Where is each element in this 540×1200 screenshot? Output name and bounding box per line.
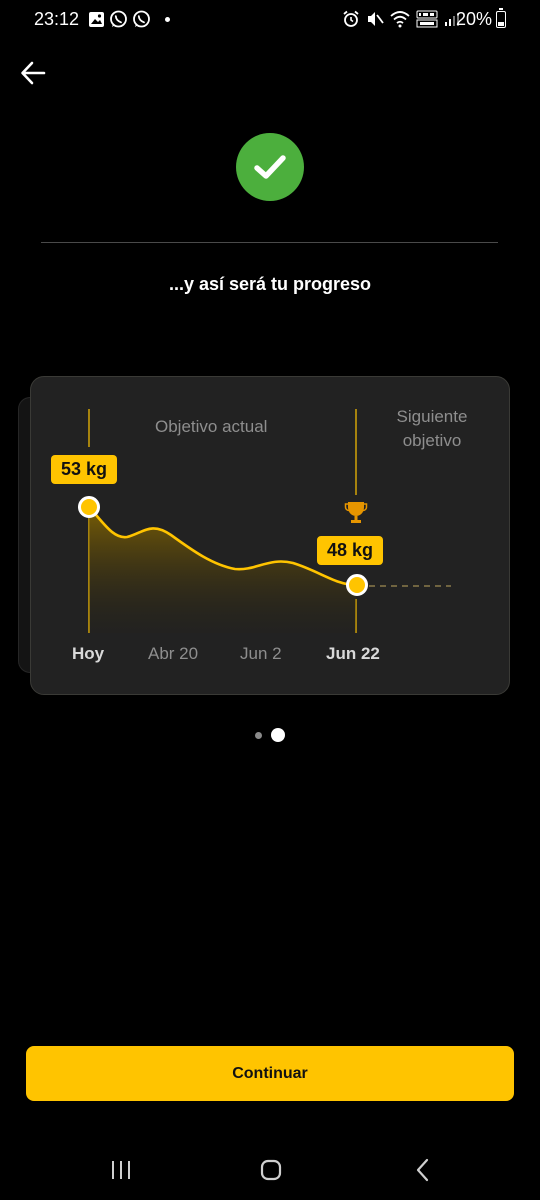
recents-button[interactable]: [106, 1158, 136, 1182]
back-icon: [416, 1158, 429, 1182]
mute-icon: [368, 12, 384, 26]
volte-icon: [416, 10, 438, 28]
trophy-icon: [344, 502, 368, 523]
weight-area: [89, 507, 356, 633]
wifi-icon: [390, 11, 410, 28]
goal-weight-tag: 48 kg: [317, 536, 384, 565]
battery-icon: [496, 8, 506, 28]
x-tick-jun2: Jun 2: [240, 644, 282, 663]
start-weight-tag: 53 kg: [51, 455, 118, 484]
whatsapp-icon: [110, 10, 127, 28]
progress-chart-card[interactable]: Objetivo actual Siguiente objetivo 53 kg…: [30, 376, 510, 695]
status-time: 23:12: [34, 9, 80, 29]
pager-dot-2-active[interactable]: [271, 728, 285, 742]
checkmark-icon: [254, 155, 286, 179]
system-icons: [342, 10, 460, 28]
header-divider: [41, 242, 498, 243]
carousel-pager: [255, 728, 285, 742]
pager-dot-1[interactable]: [255, 731, 262, 739]
arrow-left-icon: [21, 61, 46, 85]
system-back-button[interactable]: [408, 1158, 438, 1182]
battery-percentage: 20%: [456, 9, 493, 29]
next-goal-label: Siguiente objetivo: [396, 407, 468, 450]
back-button[interactable]: [16, 56, 50, 90]
status-bar: 23:12 20%: [0, 0, 540, 40]
recents-icon: [112, 1161, 130, 1179]
x-tick-today: Hoy: [72, 644, 105, 663]
current-goal-label: Objetivo actual: [155, 417, 268, 436]
whatsapp-icon: [133, 10, 150, 28]
goal-point: [346, 574, 368, 596]
system-nav-bar: [0, 1140, 540, 1200]
gallery-icon: [89, 12, 104, 27]
home-button[interactable]: [256, 1158, 286, 1182]
x-tick-jun22: Jun 22: [326, 644, 380, 663]
alarm-icon: [343, 10, 359, 27]
progress-subtitle: ...y así será tu progreso: [168, 274, 372, 294]
success-badge: [236, 133, 304, 201]
x-tick-apr20: Abr 20: [148, 644, 199, 663]
continue-button[interactable]: Continuar: [26, 1046, 514, 1101]
start-point: [78, 496, 100, 518]
notification-icons: [88, 10, 170, 29]
more-notifications-dot: [165, 17, 170, 22]
home-icon: [260, 1159, 282, 1181]
